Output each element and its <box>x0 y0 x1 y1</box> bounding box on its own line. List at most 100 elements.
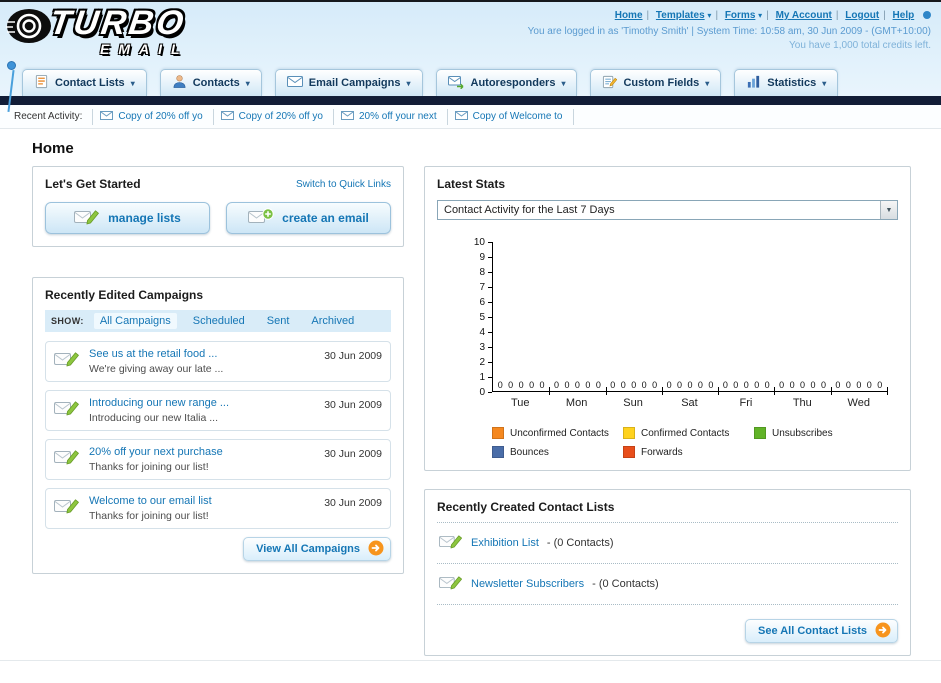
campaigns-title: Recently Edited Campaigns <box>45 288 204 302</box>
y-axis-tick: 2 <box>458 357 492 369</box>
campaign-title-link[interactable]: 20% off your next purchase <box>89 445 223 460</box>
legend-label: Unsubscribes <box>772 427 833 439</box>
x-axis-label: Fri <box>739 397 753 409</box>
tab-autoresponders[interactable]: Autoresponders ▾ <box>435 69 578 96</box>
legend-swatch <box>492 427 504 439</box>
tab-contact-lists[interactable]: Contact Lists ▾ <box>22 69 147 96</box>
arrow-right-icon <box>368 540 384 559</box>
bar-value-label: 0 <box>666 380 672 390</box>
see-all-contact-lists-button[interactable]: See All Contact Lists <box>744 619 898 643</box>
chart-bar-group: 00000 <box>493 242 551 395</box>
nav-divider-bar <box>0 96 941 105</box>
nav-link-my-account[interactable]: My Account <box>776 10 832 21</box>
tab-statistics[interactable]: Statistics ▾ <box>734 69 839 96</box>
bar-value-label: 0 <box>708 380 714 390</box>
nav-separator: | <box>715 10 719 21</box>
bar-value-label: 0 <box>610 380 616 390</box>
legend-item: Unconfirmed Contacts <box>492 427 623 439</box>
manage-lists-button[interactable]: manage lists <box>45 202 210 234</box>
switch-quick-links-link[interactable]: Switch to Quick Links <box>296 179 391 190</box>
campaign-subtitle: Introducing our new Italia ... <box>89 411 218 424</box>
envelope-pencil-icon <box>54 398 80 423</box>
arrow-right-icon <box>875 622 891 641</box>
bar-value-label: 0 <box>529 380 535 390</box>
recent-activity-item[interactable]: Copy of Welcome to <box>448 108 574 125</box>
filter-sent[interactable]: Sent <box>261 313 296 329</box>
activity-item-label: Copy of 20% off yo <box>118 111 203 122</box>
show-label: SHOW: <box>51 316 84 326</box>
campaigns-filter-bar: SHOW: All Campaigns Scheduled Sent Archi… <box>45 310 391 332</box>
nav-link-help[interactable]: Help <box>893 10 915 21</box>
logo-title: TURBO <box>47 4 189 42</box>
chart-plot-area: 00000000000000000000000000000000000 <box>492 242 889 395</box>
y-axis-tick: 10 <box>458 236 492 248</box>
bar-value-label: 0 <box>508 380 514 390</box>
envelope-pencil-icon <box>439 532 463 554</box>
latest-stats-panel: Latest Stats Contact Activity for the La… <box>424 166 911 471</box>
chevron-down-icon: ▾ <box>758 11 763 20</box>
bar-value-label: 0 <box>697 380 703 390</box>
envelope-arrow-icon <box>447 75 465 92</box>
latest-stats-title: Latest Stats <box>437 177 506 191</box>
filter-scheduled[interactable]: Scheduled <box>187 313 251 329</box>
campaign-title-link[interactable]: See us at the retail food ... <box>89 347 223 362</box>
bar-value-label: 0 <box>754 380 760 390</box>
activity-item-label: Copy of Welcome to <box>472 111 563 122</box>
nav-link-templates[interactable]: Templates <box>656 10 705 21</box>
header-background: TURBO EMAIL Home | Templates ▾ | Forms ▾ | … <box>0 2 941 112</box>
login-info: You are logged in as 'Timothy Smith' | S… <box>527 26 931 37</box>
nav-link-home[interactable]: Home <box>615 10 643 21</box>
filter-archived[interactable]: Archived <box>305 313 360 329</box>
bar-value-label: 0 <box>764 380 770 390</box>
stats-period-select[interactable]: Contact Activity for the Last 7 Days ▼ <box>437 200 898 220</box>
campaign-item: Welcome to our email list Thanks for joi… <box>45 488 391 530</box>
bar-value-label: 0 <box>652 380 658 390</box>
envelope-icon <box>286 75 303 91</box>
recent-activity-item[interactable]: Copy of 20% off yo <box>214 108 334 125</box>
chart-bar-group: 00000 <box>774 242 832 395</box>
x-axis-label: Sun <box>623 397 643 409</box>
bar-value-label: 0 <box>518 380 524 390</box>
main-nav-tabs: Contact Lists ▾ Contacts ▾ Email Campaig… <box>0 62 941 96</box>
contact-activity-chart: 10 9 8 7 6 5 4 3 2 1 0 000000000000000000000000000… <box>437 237 898 458</box>
campaign-title-link[interactable]: Introducing our new range ... <box>89 396 229 411</box>
envelope-pencil-icon <box>54 447 80 472</box>
campaign-item: 20% off your next purchase Thanks for jo… <box>45 439 391 481</box>
y-axis-tick: 8 <box>458 266 492 278</box>
nav-separator: | <box>883 10 886 21</box>
contact-lists-icon <box>34 74 49 92</box>
view-all-campaigns-button[interactable]: View All Campaigns <box>243 537 391 562</box>
manage-lists-label: manage lists <box>108 211 181 225</box>
envelope-pencil-icon <box>54 496 80 521</box>
nav-separator: | <box>835 10 839 21</box>
create-email-button[interactable]: create an email <box>226 202 391 234</box>
x-axis-label: Mon <box>565 397 588 409</box>
bar-value-label: 0 <box>631 380 637 390</box>
campaign-list: See us at the retail food ... We're givi… <box>45 341 391 530</box>
campaign-title-link[interactable]: Welcome to our email list <box>89 494 212 509</box>
chart-bar-group: 00000 <box>718 242 776 395</box>
bar-value-label: 0 <box>641 380 647 390</box>
recent-activity-item[interactable]: Copy of 20% off yo <box>92 108 214 125</box>
nav-link-logout[interactable]: Logout <box>845 10 879 21</box>
get-started-title: Let's Get Started <box>45 177 141 191</box>
filter-all-campaigns[interactable]: All Campaigns <box>93 313 177 329</box>
email-icon <box>454 110 468 123</box>
bar-value-label: 0 <box>733 380 739 390</box>
nav-separator: | <box>646 10 650 21</box>
campaign-item: Introducing our new range ... Introducin… <box>45 390 391 432</box>
contact-list-link[interactable]: Newsletter Subscribers <box>471 578 584 590</box>
recently-edited-campaigns-panel: Recently Edited Campaigns SHOW: All Camp… <box>32 277 404 575</box>
x-axis-label: Thu <box>792 397 812 409</box>
contact-list-link[interactable]: Exhibition List <box>471 537 539 549</box>
campaign-subtitle: Thanks for joining our list! <box>89 509 209 522</box>
tab-email-campaigns[interactable]: Email Campaigns ▾ <box>274 69 423 96</box>
y-axis-tick: 9 <box>458 251 492 263</box>
contact-list-item: Newsletter Subscribers - (0 Contacts) <box>437 564 898 605</box>
chart-bar-group: 00000 <box>831 242 889 395</box>
tab-custom-fields[interactable]: Custom Fields ▾ <box>590 69 722 96</box>
bar-value-label: 0 <box>810 380 816 390</box>
nav-link-forms[interactable]: Forms <box>725 10 756 21</box>
recent-activity-item[interactable]: 20% off your next <box>334 108 448 125</box>
tab-contacts[interactable]: Contacts ▾ <box>159 69 262 96</box>
